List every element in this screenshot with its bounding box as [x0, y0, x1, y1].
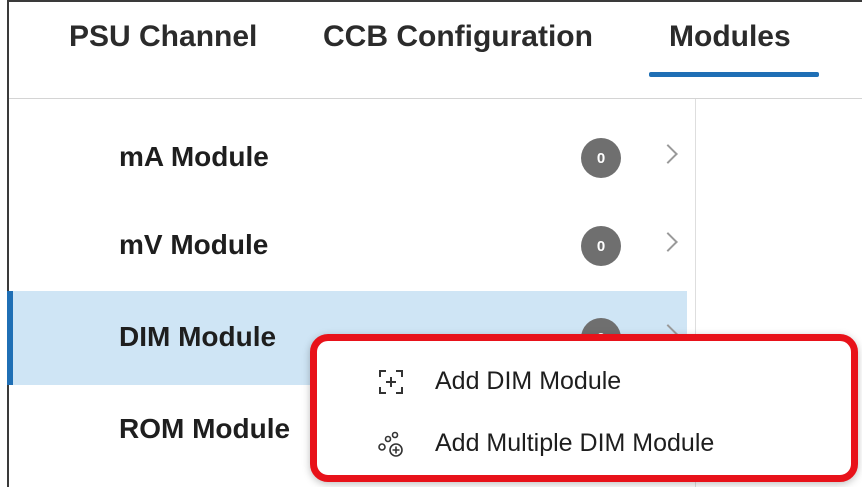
chevron-right-icon[interactable] [658, 232, 678, 252]
add-frame-icon [379, 370, 403, 394]
context-menu: Add DIM Module Add Multiple DIM Module [310, 334, 858, 482]
module-row-mv[interactable]: mV Module 0 [9, 199, 687, 293]
add-multiple-icon [378, 431, 403, 457]
tab-modules[interactable]: Modules [669, 20, 791, 54]
menu-item-label: Add Multiple DIM Module [435, 429, 715, 457]
add-multiple-dim-module-menu-item[interactable]: Add Multiple DIM Module [317, 415, 851, 473]
count-badge: 0 [581, 226, 621, 266]
module-label: ROM Module [119, 413, 291, 444]
module-row-ma[interactable]: mA Module 0 [9, 111, 687, 205]
tab-bar: PSU Channel CCB Configuration Modules [9, 2, 862, 99]
tab-ccb-configuration[interactable]: CCB Configuration [323, 20, 593, 54]
tab-psu-channel[interactable]: PSU Channel [69, 20, 257, 54]
menu-item-label: Add DIM Module [435, 367, 622, 395]
module-label: DIM Module [119, 321, 277, 352]
add-dim-module-menu-item[interactable]: Add DIM Module [317, 353, 851, 411]
count-badge: 0 [581, 138, 621, 178]
chevron-right-icon[interactable] [658, 144, 678, 164]
module-label: mV Module [119, 229, 269, 260]
module-label: mA Module [119, 141, 269, 172]
active-tab-indicator [649, 72, 819, 77]
